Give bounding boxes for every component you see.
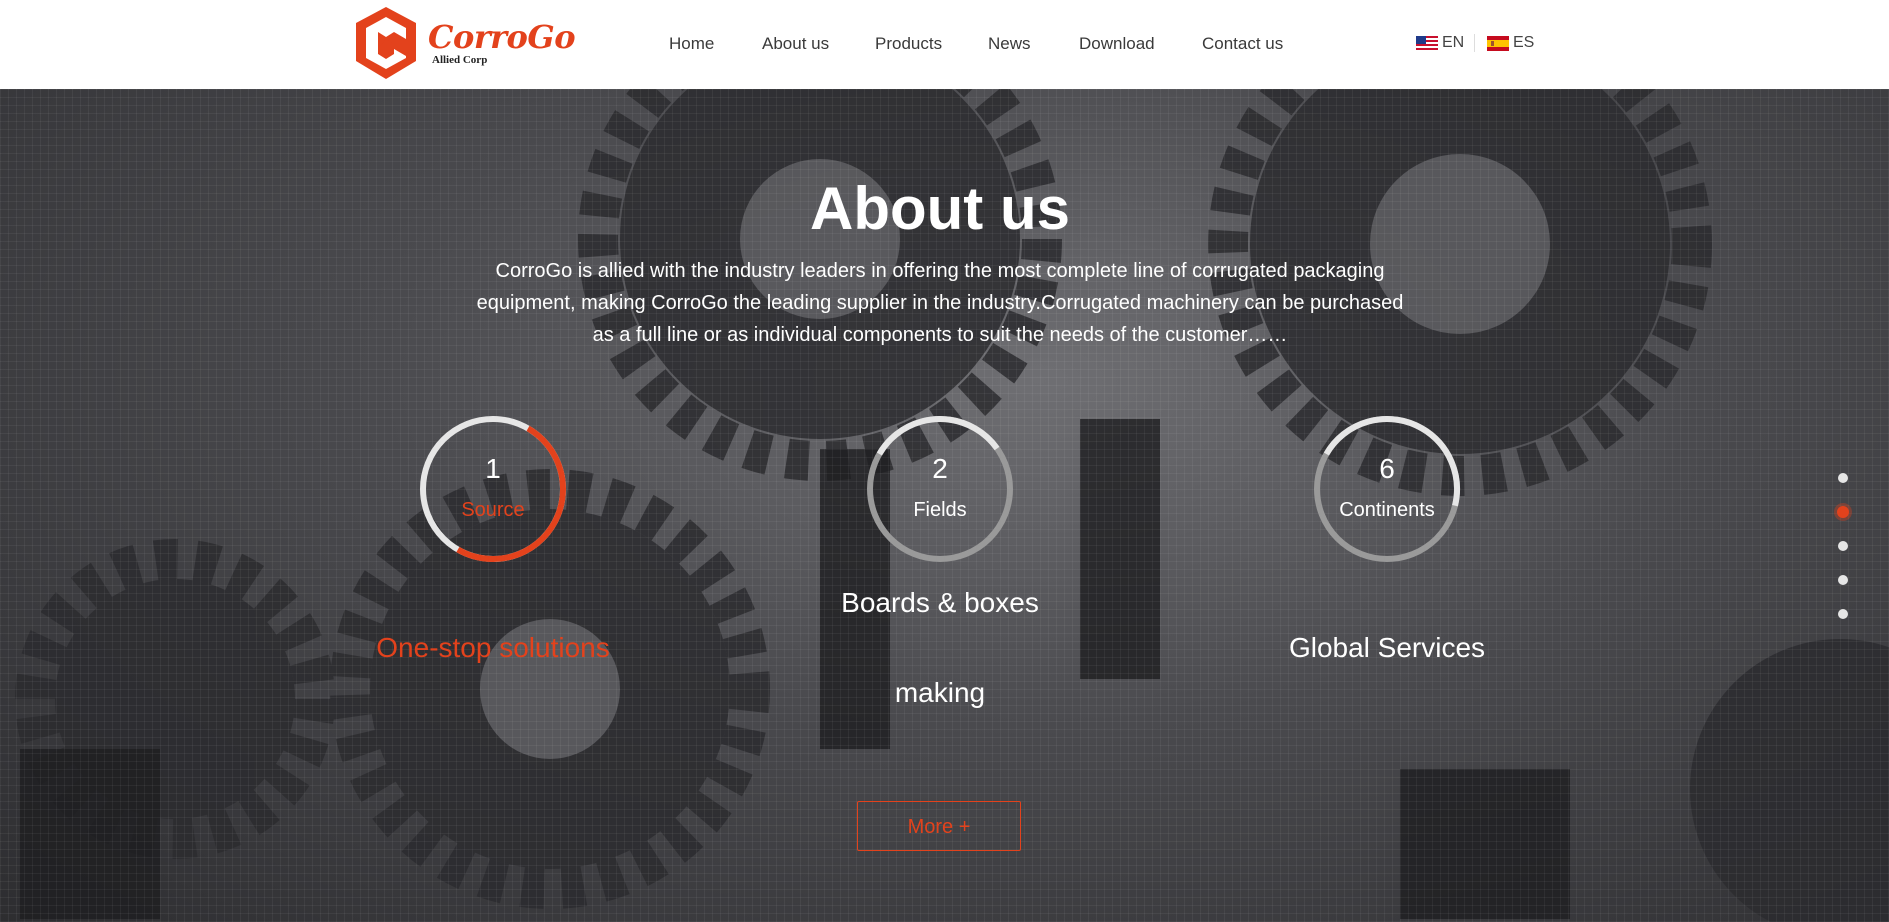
lang-divider [1474,34,1475,52]
pagination-dot[interactable] [1838,473,1848,483]
stat-number: 2 [932,453,948,484]
brand-tagline: Allied Corp [432,54,488,66]
caption-making: making [894,677,986,708]
site-header: CorroGo Allied Corp Home About us Produc… [0,0,1889,89]
es-flag-icon [1487,35,1509,51]
pagination-dot[interactable] [1838,541,1848,551]
stat-label: Fields [913,499,967,521]
caption-one-stop: One-stop solutions [376,632,610,663]
pagination-dot-active[interactable] [1837,506,1849,518]
section-title: About us [810,175,1070,242]
nav-about-us[interactable]: About us [762,34,829,54]
pagination-dot[interactable] [1838,609,1848,619]
lang-en[interactable]: EN [1416,34,1464,52]
caption-global-services: Global Services [1288,632,1486,663]
stat-continents: 6 Continents [1307,409,1467,569]
nav-news[interactable]: News [988,34,1031,54]
us-flag-icon [1416,35,1438,51]
more-button[interactable]: More + [857,801,1021,851]
about-description: CorroGo is allied with the industry lead… [476,260,1404,346]
about-hero: About us CorroGo is allied with the indu… [0,89,1889,922]
pagination-dot[interactable] [1838,575,1848,585]
lang-en-label: EN [1442,34,1465,51]
stat-fields: 2 Fields [860,409,1020,569]
caption-boards-boxes: Boards & boxes [841,587,1039,618]
stat-number: 1 [485,453,501,484]
lang-es-label: ES [1513,34,1535,51]
nav-download[interactable]: Download [1079,34,1155,54]
nav-products[interactable]: Products [875,34,942,54]
stat-label: Source [461,499,525,521]
nav-home[interactable]: Home [669,34,714,54]
stat-label: Continents [1339,499,1435,521]
progress-ring [420,416,566,562]
progress-ring [867,416,1014,562]
stat-number: 6 [1379,453,1395,484]
brand-name[interactable]: CorroGo [428,18,576,56]
lang-es[interactable]: ES [1487,34,1534,52]
progress-ring [1314,416,1460,562]
stat-source: 1 Source [413,409,573,569]
nav-contact-us[interactable]: Contact us [1202,34,1283,54]
